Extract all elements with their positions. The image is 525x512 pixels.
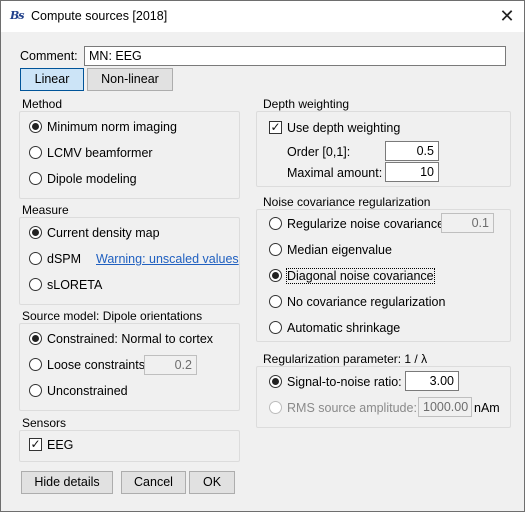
noise-label-diagonal: Diagonal noise covariance <box>286 268 435 284</box>
noise-label-none: No covariance regularization <box>287 295 446 309</box>
rms-radio[interactable] <box>269 401 282 414</box>
eeg-checkbox[interactable]: ✓ <box>29 438 42 451</box>
snr-input[interactable]: 3.00 <box>405 371 459 391</box>
measure-label-dspm: dSPM <box>47 252 82 266</box>
sensors-group-title: Sensors <box>22 416 67 430</box>
method-label-dipole: Dipole modeling <box>47 172 137 186</box>
regularize-value-input[interactable]: 0.1 <box>441 213 494 233</box>
noise-group-title: Noise covariance regularization <box>263 195 431 209</box>
noise-radio-none[interactable] <box>269 295 282 308</box>
method-label-lcmv: LCMV beamformer <box>47 146 153 160</box>
method-radio-dipole[interactable] <box>29 172 42 185</box>
loose-constraints-input[interactable]: 0.2 <box>144 355 197 375</box>
title-bar: Bs Compute sources [2018] ✕ <box>1 1 524 32</box>
nonlinear-button[interactable]: Non-linear <box>87 68 173 91</box>
noise-radio-regularize[interactable] <box>269 217 282 230</box>
brainstorm-logo-icon: Bs <box>10 9 25 22</box>
comment-input[interactable]: MN: EEG <box>84 46 506 66</box>
noise-label-regularize: Regularize noise covariance: <box>287 217 448 231</box>
method-group-title: Method <box>22 97 63 111</box>
order-label: Order [0,1]: <box>287 145 351 159</box>
snr-label: Signal-to-noise ratio: <box>287 375 402 389</box>
noise-label-shrinkage: Automatic shrinkage <box>287 321 401 335</box>
noise-radio-shrinkage[interactable] <box>269 321 282 334</box>
maximal-amount-label: Maximal amount: <box>287 166 383 180</box>
ok-button[interactable]: OK <box>189 471 235 494</box>
orientation-radio-constrained[interactable] <box>29 332 42 345</box>
comment-label: Comment: <box>20 49 78 63</box>
orientation-label-constrained: Constrained: Normal to cortex <box>47 332 214 346</box>
warning-unscaled-link[interactable]: Warning: unscaled values <box>96 252 239 266</box>
rms-label: RMS source amplitude: <box>287 401 417 415</box>
method-radio-lcmv[interactable] <box>29 146 42 159</box>
orientation-label-loose: Loose constraints <box>47 358 145 372</box>
orientation-radio-loose[interactable] <box>29 358 42 371</box>
measure-radio-dspm[interactable] <box>29 252 42 265</box>
measure-label-current-density: Current density map <box>47 226 160 240</box>
order-input[interactable]: 0.5 <box>385 141 439 161</box>
window-title: Compute sources [2018] <box>31 9 168 23</box>
measure-label-sloreta: sLORETA <box>47 278 103 292</box>
use-depth-label: Use depth weighting <box>287 121 401 135</box>
noise-radio-median[interactable] <box>269 243 282 256</box>
regularization-group-title: Regularization parameter: 1 / λ <box>263 352 428 366</box>
noise-radio-diagonal[interactable] <box>269 269 282 282</box>
measure-radio-sloreta[interactable] <box>29 278 42 291</box>
depth-group-title: Depth weighting <box>263 97 350 111</box>
measure-group-title: Measure <box>22 203 69 217</box>
linear-button[interactable]: Linear <box>20 68 84 91</box>
method-radio-minimum-norm[interactable] <box>29 120 42 133</box>
source-model-group-title: Source model: Dipole orientations <box>22 309 203 323</box>
rms-unit-label: nAm <box>474 401 500 415</box>
method-label-minimum-norm: Minimum norm imaging <box>47 120 177 134</box>
compute-sources-dialog: Bs Compute sources [2018] ✕ Comment: MN:… <box>0 0 525 512</box>
orientation-radio-unconstrained[interactable] <box>29 384 42 397</box>
cancel-button[interactable]: Cancel <box>121 471 186 494</box>
rms-input[interactable]: 1000.00 <box>418 397 472 417</box>
close-icon[interactable]: ✕ <box>491 5 523 29</box>
noise-label-median: Median eigenvalue <box>287 243 392 257</box>
eeg-label: EEG <box>47 438 74 452</box>
snr-radio[interactable] <box>269 375 282 388</box>
maximal-amount-input[interactable]: 10 <box>385 162 439 182</box>
orientation-label-unconstrained: Unconstrained <box>47 384 128 398</box>
measure-radio-current-density[interactable] <box>29 226 42 239</box>
use-depth-checkbox[interactable]: ✓ <box>269 121 282 134</box>
hide-details-button[interactable]: Hide details <box>21 471 113 494</box>
